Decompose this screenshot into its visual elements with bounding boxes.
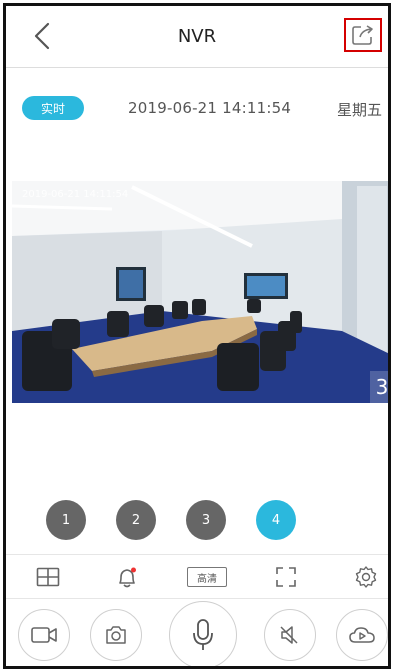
settings-button[interactable] (348, 561, 384, 593)
video-timestamp-overlay: 2019-06-21 14:11:54 (22, 189, 129, 200)
cloud-playback-button[interactable] (336, 609, 388, 661)
camera-number-badge: 3 (370, 371, 388, 403)
snapshot-button[interactable] (90, 609, 142, 661)
share-export-icon (352, 25, 373, 45)
quality-button[interactable]: 高清 (184, 561, 230, 593)
microphone-icon (193, 619, 213, 650)
grid-icon (36, 567, 60, 587)
live-video-view[interactable]: 2019-06-21 14:11:54 3 (12, 181, 388, 403)
video-camera-icon (31, 627, 57, 643)
cloud-play-icon (349, 627, 375, 643)
bottom-controls (6, 598, 388, 666)
channel-button-1[interactable]: 1 (46, 500, 86, 540)
back-button[interactable] (26, 20, 58, 52)
channel-button-2[interactable]: 2 (116, 500, 156, 540)
conference-room-image (12, 181, 388, 403)
channel-selector: 1 2 3 4 (6, 500, 388, 546)
header: NVR (6, 6, 388, 68)
record-button[interactable] (18, 609, 70, 661)
talk-button[interactable] (169, 601, 237, 666)
toolbar: 高清 (6, 554, 388, 598)
status-row: 实时 2019-06-21 14:11:54 星期五 (6, 68, 388, 130)
gear-icon (355, 566, 377, 588)
share-button[interactable] (344, 18, 382, 52)
fullscreen-icon (276, 567, 296, 587)
fullscreen-button[interactable] (268, 561, 304, 593)
channel-button-4[interactable]: 4 (256, 500, 296, 540)
speaker-mute-icon (280, 626, 298, 644)
hd-quality-label: 高清 (187, 567, 227, 587)
page-title: NVR (177, 26, 217, 47)
live-badge[interactable]: 实时 (22, 96, 84, 120)
split-view-button[interactable] (30, 561, 66, 593)
bell-icon (119, 567, 136, 588)
app-frame: NVR 实时 2019-06-21 14:11:54 星期五 2019-06-2… (3, 3, 391, 669)
datetime-label: 2019-06-21 14:11:54 (128, 99, 292, 117)
chevron-left-icon (34, 22, 50, 50)
mute-button[interactable] (264, 609, 316, 661)
alarm-button[interactable] (109, 561, 145, 593)
channel-button-3[interactable]: 3 (186, 500, 226, 540)
camera-icon (106, 626, 126, 644)
weekday-label: 星期五 (336, 101, 382, 119)
